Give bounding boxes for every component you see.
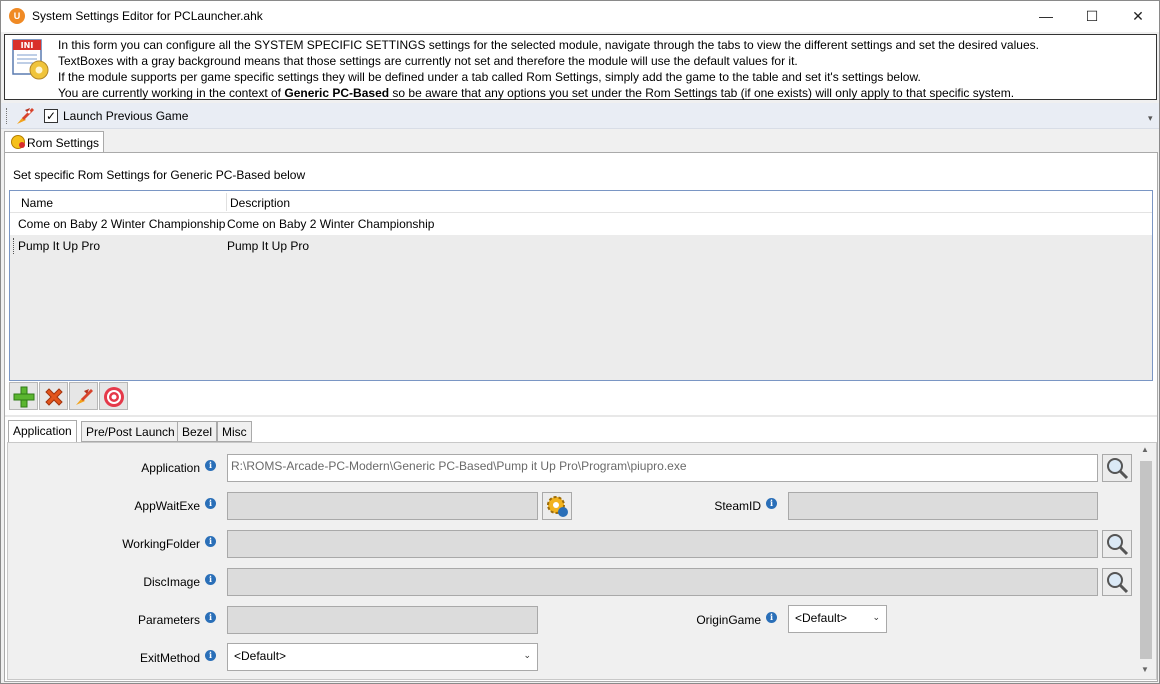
appwaitexe-settings-button[interactable] — [542, 492, 572, 520]
settings-window: U System Settings Editor for PCLauncher.… — [0, 0, 1160, 684]
magnifier-icon — [1107, 534, 1129, 556]
application-browse-button[interactable] — [1102, 454, 1132, 482]
launch-previous-game-label[interactable]: Launch Previous Game — [63, 109, 188, 123]
parameters-field[interactable] — [227, 606, 538, 634]
app-icon: U — [9, 8, 25, 24]
application-field[interactable]: R:\ROMS-Arcade-PC-Modern\Generic PC-Base… — [227, 454, 1098, 482]
splitter[interactable] — [5, 415, 1157, 417]
close-button[interactable]: ✕ — [1115, 1, 1160, 32]
workingfolder-browse-button[interactable] — [1102, 530, 1132, 558]
workingfolder-label: WorkingFolder — [122, 537, 200, 551]
appwaitexe-field[interactable] — [227, 492, 538, 520]
info-line-3: If the module supports per game specific… — [58, 70, 921, 84]
window-title: System Settings Editor for PCLauncher.ah… — [32, 9, 263, 23]
scroll-down-icon[interactable]: ▼ — [1141, 665, 1149, 674]
exitmethod-dropdown[interactable]: <Default> ⌄ — [227, 643, 538, 671]
target-icon — [104, 387, 124, 407]
launch-previous-game-checkbox[interactable]: ✓ — [44, 109, 58, 123]
chevron-down-icon: ⌄ — [872, 612, 880, 622]
info-line-2: TextBoxes with a gray background means t… — [58, 54, 798, 68]
rocket-icon — [76, 389, 93, 405]
application-label: Application — [141, 461, 200, 475]
toolbar: ✓ Launch Previous Game ▾ — [1, 103, 1159, 129]
delete-rom-button[interactable] — [39, 382, 68, 410]
parameters-label: Parameters — [137, 613, 200, 627]
launch-rom-button[interactable] — [69, 382, 98, 410]
appwaitexe-label: AppWaitExe — [134, 499, 200, 513]
steamid-info-icon[interactable]: i — [766, 498, 777, 509]
origingame-value: <Default> — [795, 611, 848, 625]
rom-settings-icon — [11, 135, 25, 149]
cell-name: Come on Baby 2 Winter Championship — [18, 217, 226, 231]
minimize-button[interactable]: — — [1023, 1, 1069, 32]
focus-marker — [13, 238, 14, 254]
tab-pre-post-launch[interactable]: Pre/Post Launch — [81, 421, 180, 442]
context-system-name: Generic PC-Based — [284, 86, 390, 100]
discimage-field[interactable] — [227, 568, 1098, 596]
toolbar-overflow-icon[interactable]: ▾ — [1148, 113, 1153, 124]
maximize-button[interactable]: ☐ — [1069, 1, 1115, 32]
settings-scrollbar[interactable]: ▲ ▼ — [1137, 443, 1155, 679]
table-row[interactable]: Pump It Up Pro Pump It Up Pro — [10, 235, 1152, 257]
appwaitexe-info-icon[interactable]: i — [205, 498, 216, 509]
rom-table[interactable]: Name Description Come on Baby 2 Winter C… — [9, 190, 1153, 381]
tab-misc[interactable]: Misc — [217, 421, 252, 442]
tab-application[interactable]: Application — [8, 420, 77, 443]
tab-bezel[interactable]: Bezel — [177, 421, 218, 442]
gear-info-icon — [547, 496, 568, 517]
column-separator[interactable] — [226, 193, 227, 211]
info-line-4: You are currently working in the context… — [58, 86, 1015, 100]
column-header-description[interactable]: Description — [230, 196, 290, 210]
discimage-info-icon[interactable]: i — [205, 574, 216, 585]
application-info-icon[interactable]: i — [205, 460, 216, 471]
cell-description: Pump It Up Pro — [227, 239, 310, 253]
target-button[interactable] — [99, 382, 128, 410]
cell-description: Come on Baby 2 Winter Championship — [227, 217, 435, 231]
add-icon — [13, 386, 35, 408]
scrollbar-thumb[interactable] — [1140, 461, 1152, 659]
rom-settings-caption: Set specific Rom Settings for Generic PC… — [13, 168, 306, 182]
cell-name: Pump It Up Pro — [18, 239, 101, 253]
discimage-browse-button[interactable] — [1102, 568, 1132, 596]
magnifier-icon — [1107, 458, 1129, 480]
discimage-label: DiscImage — [143, 575, 200, 589]
exitmethod-label: ExitMethod — [139, 651, 200, 665]
scroll-up-icon[interactable]: ▲ — [1141, 445, 1149, 454]
info-line-1: In this form you can configure all the S… — [58, 38, 1039, 52]
add-rom-button[interactable] — [9, 382, 38, 410]
workingfolder-info-icon[interactable]: i — [205, 536, 216, 547]
origingame-dropdown[interactable]: <Default> ⌄ — [788, 605, 887, 633]
exitmethod-info-icon[interactable]: i — [205, 650, 216, 661]
info-text: In this form you can configure all the S… — [58, 37, 1039, 101]
tab-rom-settings[interactable]: Rom Settings — [4, 131, 104, 153]
chevron-down-icon: ⌄ — [523, 650, 531, 660]
rocket-icon[interactable] — [14, 106, 36, 126]
ini-file-icon: INI — [12, 39, 49, 80]
magnifier-icon — [1107, 572, 1129, 594]
title-bar: U System Settings Editor for PCLauncher.… — [1, 1, 1159, 32]
toolbar-grip-icon[interactable] — [6, 108, 9, 124]
steamid-field[interactable] — [788, 492, 1098, 520]
origingame-info-icon[interactable]: i — [766, 612, 777, 623]
exitmethod-value: <Default> — [234, 649, 287, 663]
steamid-label: SteamID — [714, 499, 761, 513]
ini-icon-label: INI — [21, 41, 34, 50]
parameters-info-icon[interactable]: i — [205, 612, 216, 623]
origingame-label: OriginGame — [696, 613, 761, 627]
tab-rom-settings-label: Rom Settings — [27, 136, 100, 150]
column-header-name[interactable]: Name — [21, 196, 53, 210]
delete-icon — [45, 388, 63, 406]
table-row[interactable]: Come on Baby 2 Winter Championship Come … — [10, 213, 1152, 235]
workingfolder-field[interactable] — [227, 530, 1098, 558]
table-header: Name Description — [10, 191, 1152, 213]
info-header: INI In this form you can configure all t… — [4, 34, 1157, 100]
